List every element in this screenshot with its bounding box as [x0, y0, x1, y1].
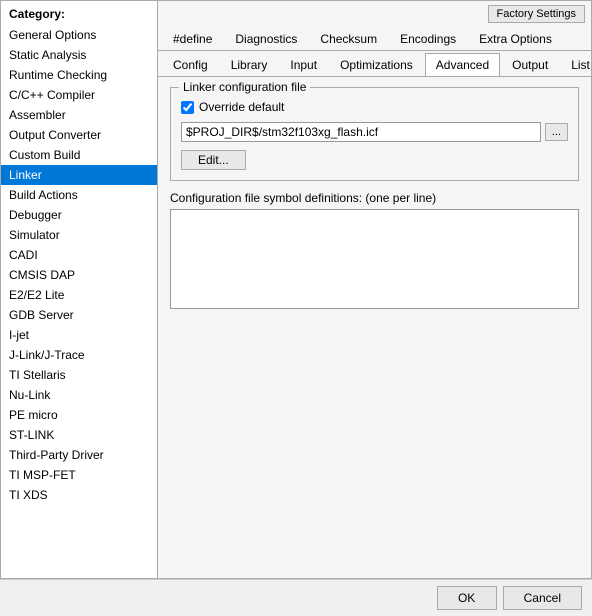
sidebar-item-build-actions[interactable]: Build Actions: [1, 185, 157, 205]
tab-advanced[interactable]: Advanced: [425, 53, 500, 76]
sidebar-item-j-link-j-trace[interactable]: J-Link/J-Trace: [1, 345, 157, 365]
override-default-row: Override default: [181, 100, 568, 114]
ok-button[interactable]: OK: [437, 586, 497, 610]
tab-diagnostics[interactable]: Diagnostics: [224, 27, 308, 50]
override-default-label: Override default: [199, 100, 284, 114]
tab-optimizations[interactable]: Optimizations: [329, 53, 424, 76]
sidebar-item-simulator[interactable]: Simulator: [1, 225, 157, 245]
file-path-row: ...: [181, 122, 568, 142]
sidebar-item-ti-msp-fet[interactable]: TI MSP-FET: [1, 465, 157, 485]
sidebar-item-cadi[interactable]: CADI: [1, 245, 157, 265]
factory-settings-button[interactable]: Factory Settings: [488, 5, 585, 23]
symbols-textarea[interactable]: [170, 209, 579, 309]
sidebar-item-linker[interactable]: Linker: [1, 165, 157, 185]
sidebar-item-c-cpp-compiler[interactable]: C/C++ Compiler: [1, 85, 157, 105]
sidebar-item-st-link[interactable]: ST-LINK: [1, 425, 157, 445]
sidebar-item-pe-micro[interactable]: PE micro: [1, 405, 157, 425]
tab-encodings[interactable]: Encodings: [389, 27, 467, 50]
symbols-label: Configuration file symbol definitions: (…: [170, 191, 579, 205]
tab-extra-options[interactable]: Extra Options: [468, 27, 563, 50]
edit-button[interactable]: Edit...: [181, 150, 246, 170]
sidebar-item-ti-stellaris[interactable]: TI Stellaris: [1, 365, 157, 385]
sidebar-item-i-jet[interactable]: I-jet: [1, 325, 157, 345]
main-dialog: Category: General OptionsStatic Analysis…: [0, 0, 592, 616]
tab-define[interactable]: #define: [162, 27, 223, 50]
sidebar-item-third-party-driver[interactable]: Third-Party Driver: [1, 445, 157, 465]
tab-row-2: ConfigLibraryInputOptimizationsAdvancedO…: [158, 51, 591, 77]
tab-output[interactable]: Output: [501, 53, 559, 76]
sidebar-list: General OptionsStatic AnalysisRuntime Ch…: [1, 25, 157, 505]
sidebar-item-e2-e2-lite[interactable]: E2/E2 Lite: [1, 285, 157, 305]
sidebar-item-static-analysis[interactable]: Static Analysis: [1, 45, 157, 65]
sidebar-item-cmsis-dap[interactable]: CMSIS DAP: [1, 265, 157, 285]
tab-row-1: #defineDiagnosticsChecksumEncodingsExtra…: [158, 25, 591, 51]
tab-input[interactable]: Input: [279, 53, 328, 76]
sidebar: Category: General OptionsStatic Analysis…: [0, 0, 158, 579]
linker-config-group: Linker configuration file Override defau…: [170, 87, 579, 181]
factory-settings-bar: Factory Settings: [158, 1, 591, 25]
sidebar-item-nu-link[interactable]: Nu-Link: [1, 385, 157, 405]
sidebar-item-gdb-server[interactable]: GDB Server: [1, 305, 157, 325]
browse-button[interactable]: ...: [545, 123, 568, 141]
sidebar-item-general-options[interactable]: General Options: [1, 25, 157, 45]
content-panel: Factory Settings #defineDiagnosticsCheck…: [158, 0, 592, 579]
linker-config-title: Linker configuration file: [179, 80, 310, 94]
cancel-button[interactable]: Cancel: [503, 586, 582, 610]
tab-checksum[interactable]: Checksum: [309, 27, 388, 50]
tab-library[interactable]: Library: [220, 53, 279, 76]
tab-list[interactable]: List: [560, 53, 592, 76]
sidebar-item-custom-build[interactable]: Custom Build: [1, 145, 157, 165]
sidebar-item-ti-xds[interactable]: TI XDS: [1, 485, 157, 505]
tab-config[interactable]: Config: [162, 53, 219, 76]
override-default-checkbox[interactable]: [181, 101, 194, 114]
sidebar-item-output-converter[interactable]: Output Converter: [1, 125, 157, 145]
sidebar-item-assembler[interactable]: Assembler: [1, 105, 157, 125]
main-panel: Linker configuration file Override defau…: [158, 77, 591, 578]
sidebar-item-runtime-checking[interactable]: Runtime Checking: [1, 65, 157, 85]
category-label: Category:: [1, 1, 157, 25]
sidebar-item-debugger[interactable]: Debugger: [1, 205, 157, 225]
dialog-inner: Category: General OptionsStatic Analysis…: [0, 0, 592, 579]
dialog-footer: OK Cancel: [0, 579, 592, 616]
file-path-input[interactable]: [181, 122, 541, 142]
